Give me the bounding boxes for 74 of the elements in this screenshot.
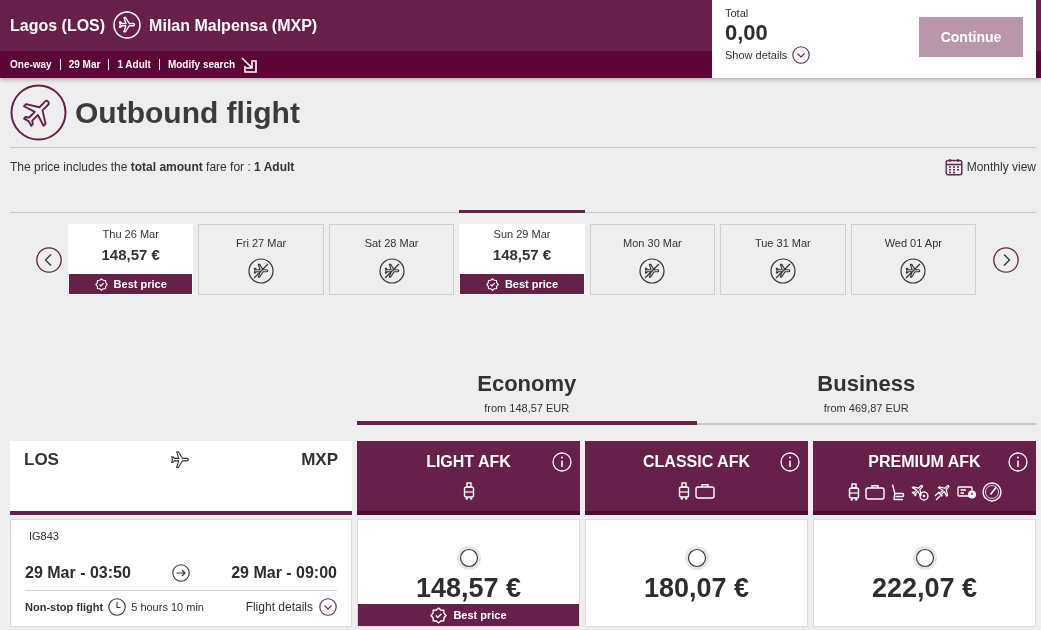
trolley-bag-icon <box>462 482 475 500</box>
corner-arrow-icon <box>241 56 258 73</box>
no-flight-icon <box>378 258 405 284</box>
cabin-tab[interactable]: Business from 469,87 EUR <box>696 370 1036 425</box>
suitcase-icon <box>864 484 885 500</box>
no-flight-icon <box>639 258 666 284</box>
next-dates-button[interactable] <box>993 247 1019 273</box>
plane-circle-icon <box>113 10 142 39</box>
no-flight-icon <box>248 258 275 284</box>
seat-icon <box>889 483 906 501</box>
previous-dates-button[interactable] <box>36 247 62 273</box>
info-icon <box>1008 452 1028 472</box>
suitcase-icon <box>695 483 715 499</box>
airplane-icon <box>170 450 191 470</box>
destination-city: Milan Malpensa (MXP) <box>149 16 318 35</box>
stops-label: Non-stop flight <box>25 601 104 613</box>
radio-button[interactable] <box>456 546 481 570</box>
modify-search-link[interactable]: Modify search <box>167 56 258 73</box>
flight-duration: 5 hours 10 min <box>131 601 204 613</box>
calendar-icon <box>944 158 963 176</box>
chevron-down-icon <box>319 598 337 616</box>
airplane-circle-icon <box>10 84 67 141</box>
fare-note: The price includes the total amount fare for : 1 Adult <box>10 159 295 176</box>
no-flight-icon <box>900 258 927 284</box>
no-flight-icon <box>769 258 796 284</box>
fare-info-button[interactable] <box>552 452 572 472</box>
gauge-icon <box>981 482 1002 502</box>
fare-info-button[interactable] <box>1008 452 1028 472</box>
monthly-view-button[interactable]: Monthly view <box>944 158 1036 176</box>
departure-time: 29 Mar - 03:50 <box>25 564 131 582</box>
search-summary-item: 29 Mar <box>68 59 101 70</box>
arrow-circle-icon <box>172 564 190 582</box>
fare-price: 222,07 € <box>871 573 978 603</box>
arrival-time: 29 Mar - 09:00 <box>231 564 337 582</box>
origin-city: Lagos (LOS) <box>10 16 106 35</box>
fare-option[interactable]: 180,07 € <box>585 519 808 627</box>
fare-option[interactable]: 222,07 € <box>813 519 1036 627</box>
trolley-bag-icon <box>678 482 690 500</box>
fare-name: LIGHT AFK <box>426 452 511 472</box>
fare-name: CLASSIC AFK <box>643 452 750 472</box>
search-summary-item: One-way <box>10 59 52 70</box>
radio-button[interactable] <box>684 546 709 570</box>
page-title: Outbound flight <box>75 95 300 130</box>
trolley-bag-icon <box>847 483 860 501</box>
check-seal-icon <box>485 277 499 291</box>
radio-button[interactable] <box>912 546 937 570</box>
fare-info-button[interactable] <box>780 452 800 472</box>
show-details-button[interactable]: Show details <box>725 46 811 64</box>
flight-details-button[interactable]: Flight details <box>245 598 337 616</box>
ticket-icon <box>956 484 977 500</box>
chevron-right-icon <box>993 247 1019 273</box>
fare-price: 148,57 € <box>415 573 522 603</box>
best-price-text: Best price <box>504 278 559 290</box>
plane-badge-icon <box>910 483 929 501</box>
fare-name: PREMIUM AFK <box>868 452 981 472</box>
cabin-tab[interactable]: Economy from 148,57 EUR <box>357 370 697 425</box>
total-label: Total <box>725 6 749 20</box>
info-icon <box>552 452 572 472</box>
clock-icon <box>108 598 127 616</box>
check-seal-icon <box>94 277 108 291</box>
flight-number: IG843 <box>28 529 59 543</box>
check-seal-icon <box>430 606 448 624</box>
chevron-down-icon <box>792 46 811 64</box>
route-destination: MXP <box>301 450 338 470</box>
plane-takeoff-icon <box>933 483 952 501</box>
info-icon <box>780 452 800 472</box>
fare-price: 180,07 € <box>643 573 750 603</box>
route-origin: LOS <box>24 450 59 470</box>
best-price-text: Best price <box>453 609 507 621</box>
total-amount: 0,00 <box>725 20 768 46</box>
best-price-text: Best price <box>113 278 167 290</box>
search-summary-item: 1 Adult <box>117 59 151 70</box>
fare-option[interactable]: 148,57 € Best price <box>357 519 580 627</box>
chevron-left-icon <box>36 247 62 273</box>
